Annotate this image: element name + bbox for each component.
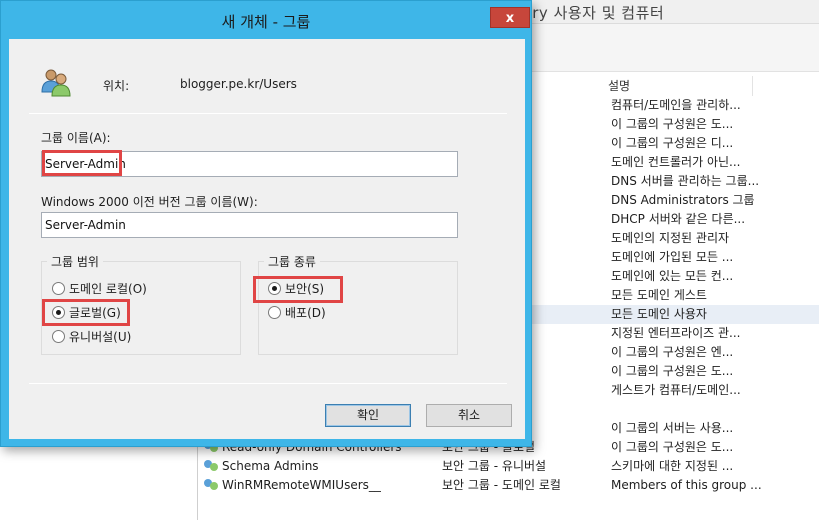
close-button[interactable]: x bbox=[490, 7, 530, 28]
column-header-description[interactable]: 설명 bbox=[603, 76, 753, 96]
row-type: 보안 그룹 - 도메인 로컬 bbox=[442, 478, 561, 492]
row-description: 이 그룹의 구성원은 도... bbox=[611, 440, 734, 454]
users-group-icon bbox=[41, 69, 71, 97]
row-description: 지정된 엔터프라이즈 관... bbox=[611, 326, 741, 340]
row-description: 도메인에 있는 모든 컨... bbox=[611, 269, 734, 283]
row-description: 이 그룹의 구성원은 도... bbox=[611, 117, 734, 131]
scope-option-label: 글로벌(G) bbox=[69, 306, 121, 320]
row-description: 모든 도메인 사용자 bbox=[611, 307, 707, 321]
row-description: 컴퓨터/도메인을 관리하... bbox=[611, 98, 741, 112]
scope-option-domain-local[interactable]: 도메인 로컬(O) bbox=[52, 281, 147, 297]
group-name-field[interactable]: Server-Admin bbox=[41, 151, 458, 177]
row-type: 보안 그룹 - 유니버설 bbox=[442, 459, 547, 473]
dialog-title: 새 개체 - 그룹 bbox=[221, 13, 311, 31]
row-name-text: WinRMRemoteWMIUsers__ bbox=[222, 478, 381, 492]
row-description: DNS 서버를 관리하는 그룹... bbox=[611, 174, 760, 188]
row-description: 도메인에 가입된 모든 ... bbox=[611, 250, 734, 264]
scope-option-label: 유니버설(U) bbox=[69, 330, 132, 344]
group-icon bbox=[204, 477, 220, 491]
row-description: DHCP 서버와 같은 다른... bbox=[611, 212, 746, 226]
location-label: 위치: bbox=[103, 79, 130, 93]
row-description: 도메인의 지정된 관리자 bbox=[611, 231, 730, 245]
scope-option-universal[interactable]: 유니버설(U) bbox=[52, 329, 131, 345]
row-description: 모든 도메인 게스트 bbox=[611, 288, 707, 302]
separator bbox=[29, 383, 507, 384]
row-description: 이 그룹의 구성원은 도... bbox=[611, 364, 734, 378]
row-name-text: Schema Admins bbox=[222, 459, 319, 473]
separator bbox=[29, 113, 507, 114]
group-scope-title: 그룹 범위 bbox=[47, 253, 103, 270]
row-description: 스키마에 대한 지정된 ... bbox=[611, 459, 734, 473]
cancel-button[interactable]: 취소 bbox=[426, 404, 512, 427]
ok-button[interactable]: 확인 bbox=[325, 404, 411, 427]
new-group-dialog: 새 개체 - 그룹 x 위치: blogger.pe.kr/Users 그룹 이… bbox=[0, 0, 532, 447]
type-option-label: 보안(S) bbox=[285, 282, 325, 296]
row-description: 도메인 컨트롤러가 아닌... bbox=[611, 155, 741, 169]
row-description: 이 그룹의 서버는 사용... bbox=[611, 421, 734, 435]
row-name: Schema Admins bbox=[204, 457, 440, 476]
radio-icon[interactable] bbox=[52, 330, 65, 343]
group-name-label: 그룹 이름(A): bbox=[41, 131, 111, 145]
group-icon bbox=[204, 458, 220, 472]
scope-option-global[interactable]: 글로벌(G) bbox=[52, 305, 121, 321]
row-description: 게스트가 컴퓨터/도메인... bbox=[611, 383, 741, 397]
table-row[interactable]: Schema Admins 보안 그룹 - 유니버설 스키마에 대한 지정된 ... bbox=[200, 457, 819, 476]
row-name: WinRMRemoteWMIUsers__ bbox=[204, 476, 440, 495]
radio-selected-icon[interactable] bbox=[268, 282, 281, 295]
row-description: 이 그룹의 구성원은 엔... bbox=[611, 345, 734, 359]
table-row[interactable]: WinRMRemoteWMIUsers__ 보안 그룹 - 도메인 로컬 Membe… bbox=[200, 476, 819, 495]
row-description: Members of this group ... bbox=[611, 478, 761, 492]
pre2000-name-label: Windows 2000 이전 버전 그룹 이름(W): bbox=[41, 195, 258, 209]
scope-option-label: 도메인 로컬(O) bbox=[69, 282, 147, 296]
location-value: blogger.pe.kr/Users bbox=[180, 77, 297, 91]
type-option-security[interactable]: 보안(S) bbox=[268, 281, 324, 297]
dialog-client-area: 위치: blogger.pe.kr/Users 그룹 이름(A): Server… bbox=[9, 39, 525, 439]
row-description: DNS Administrators 그룹 bbox=[611, 193, 755, 207]
type-option-label: 배포(D) bbox=[285, 306, 326, 320]
radio-icon[interactable] bbox=[52, 282, 65, 295]
radio-selected-icon[interactable] bbox=[52, 306, 65, 319]
row-description: 이 그룹의 구성원은 디... bbox=[611, 136, 734, 150]
pre2000-name-field[interactable]: Server-Admin bbox=[41, 212, 458, 238]
group-type-title: 그룹 종류 bbox=[264, 253, 320, 270]
radio-icon[interactable] bbox=[268, 306, 281, 319]
type-option-distribution[interactable]: 배포(D) bbox=[268, 305, 326, 321]
